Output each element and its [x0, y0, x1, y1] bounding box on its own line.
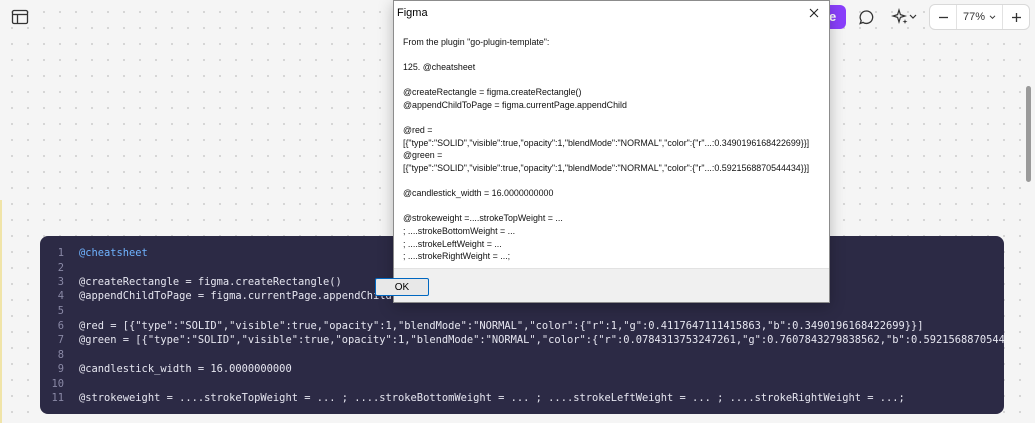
dialog-message: From the plugin "go-plugin-template": 12… [403, 36, 823, 263]
close-icon[interactable] [802, 2, 826, 24]
code-line: 5 [40, 304, 1004, 318]
code-text: @createRectangle = figma.createRectangle… [79, 276, 342, 288]
message-line: @green = [403, 150, 443, 161]
sparkle-icon [891, 8, 908, 25]
line-number: 6 [57, 320, 64, 332]
line-number: 7 [57, 334, 64, 346]
vertical-scrollbar[interactable] [1026, 86, 1031, 182]
code-text: @strokeweight = ....strokeTopWeight = ..… [79, 392, 905, 404]
zoom-out-icon[interactable] [930, 5, 956, 29]
message-line: ; ....strokeRightWeight = ...; [403, 251, 511, 262]
code-line: 8 [40, 348, 1004, 362]
message-line [403, 200, 823, 213]
code-line: 6 @red = [{"type":"SOLID","visible":true,… [40, 319, 1004, 333]
plugin-message-dialog: Figma From the plugin "go-plugin-templat… [393, 0, 830, 303]
message-line: ; ....strokeBottomWeight = ... [403, 225, 516, 236]
zoom-level-value: 77% [962, 11, 986, 23]
line-number: 8 [57, 349, 64, 361]
layout-icon[interactable] [11, 8, 29, 26]
message-line: From the plugin "go-plugin-template": [403, 37, 550, 47]
code-text: @appendChildToPage = figma.currentPage.a… [79, 290, 392, 302]
line-number: 3 [57, 276, 64, 288]
message-line: ; ....strokeLeftWeight = ... [403, 238, 502, 249]
message-line: @candlestick_width = 16.0000000000 [403, 188, 554, 199]
message-line: @createRectangle = figma.createRectangle… [403, 87, 582, 98]
code-line: 9 @candlestick_width = 16.0000000000 [40, 362, 1004, 376]
message-line [403, 74, 823, 87]
dialog-title: Figma [397, 7, 428, 19]
code-line: 7 @green = [{"type":"SOLID","visible":tru… [40, 333, 1004, 347]
zoom-controls: 77% [929, 4, 1030, 30]
code-text: @cheatsheet [79, 247, 148, 259]
line-number: 11 [51, 392, 64, 404]
line-number: 10 [51, 378, 64, 390]
code-line: 11 @strokeweight = ....strokeTopWeight = … [40, 391, 1004, 405]
ok-button[interactable]: OK [375, 278, 429, 296]
line-number: 1 [57, 247, 64, 259]
message-line [403, 175, 823, 188]
line-number: 2 [57, 262, 64, 274]
message-line: 125. @cheatsheet [403, 62, 476, 73]
message-line [403, 49, 823, 62]
dialog-footer [394, 268, 829, 302]
canvas-edge-marker [0, 200, 2, 423]
line-number: 5 [57, 305, 64, 317]
message-line: [{"type":"SOLID","visible":true,"opacity… [403, 137, 810, 148]
message-line [403, 112, 823, 125]
chevron-down-icon [909, 14, 917, 19]
code-text: @candlestick_width = 16.0000000000 [79, 363, 292, 375]
zoom-in-icon[interactable] [1003, 5, 1029, 29]
code-text: @red = [{"type":"SOLID","visible":true,"… [79, 320, 924, 332]
code-line: 10 [40, 377, 1004, 391]
line-number: 9 [57, 363, 64, 375]
message-line: [{"type":"SOLID","visible":true,"opacity… [403, 162, 810, 173]
comment-icon[interactable] [856, 7, 876, 27]
line-number: 4 [57, 290, 64, 302]
sparkle-menu-button[interactable] [888, 7, 920, 27]
message-line: @strokeweight =....strokeTopWeight = ... [403, 213, 563, 224]
message-line: @appendChildToPage = figma.currentPage.a… [403, 99, 627, 110]
message-line: @red = [403, 125, 433, 136]
code-text: @green = [{"type":"SOLID","visible":true… [79, 334, 1004, 346]
chevron-down-icon [989, 14, 996, 19]
zoom-level-dropdown[interactable]: 77% [956, 5, 1003, 29]
